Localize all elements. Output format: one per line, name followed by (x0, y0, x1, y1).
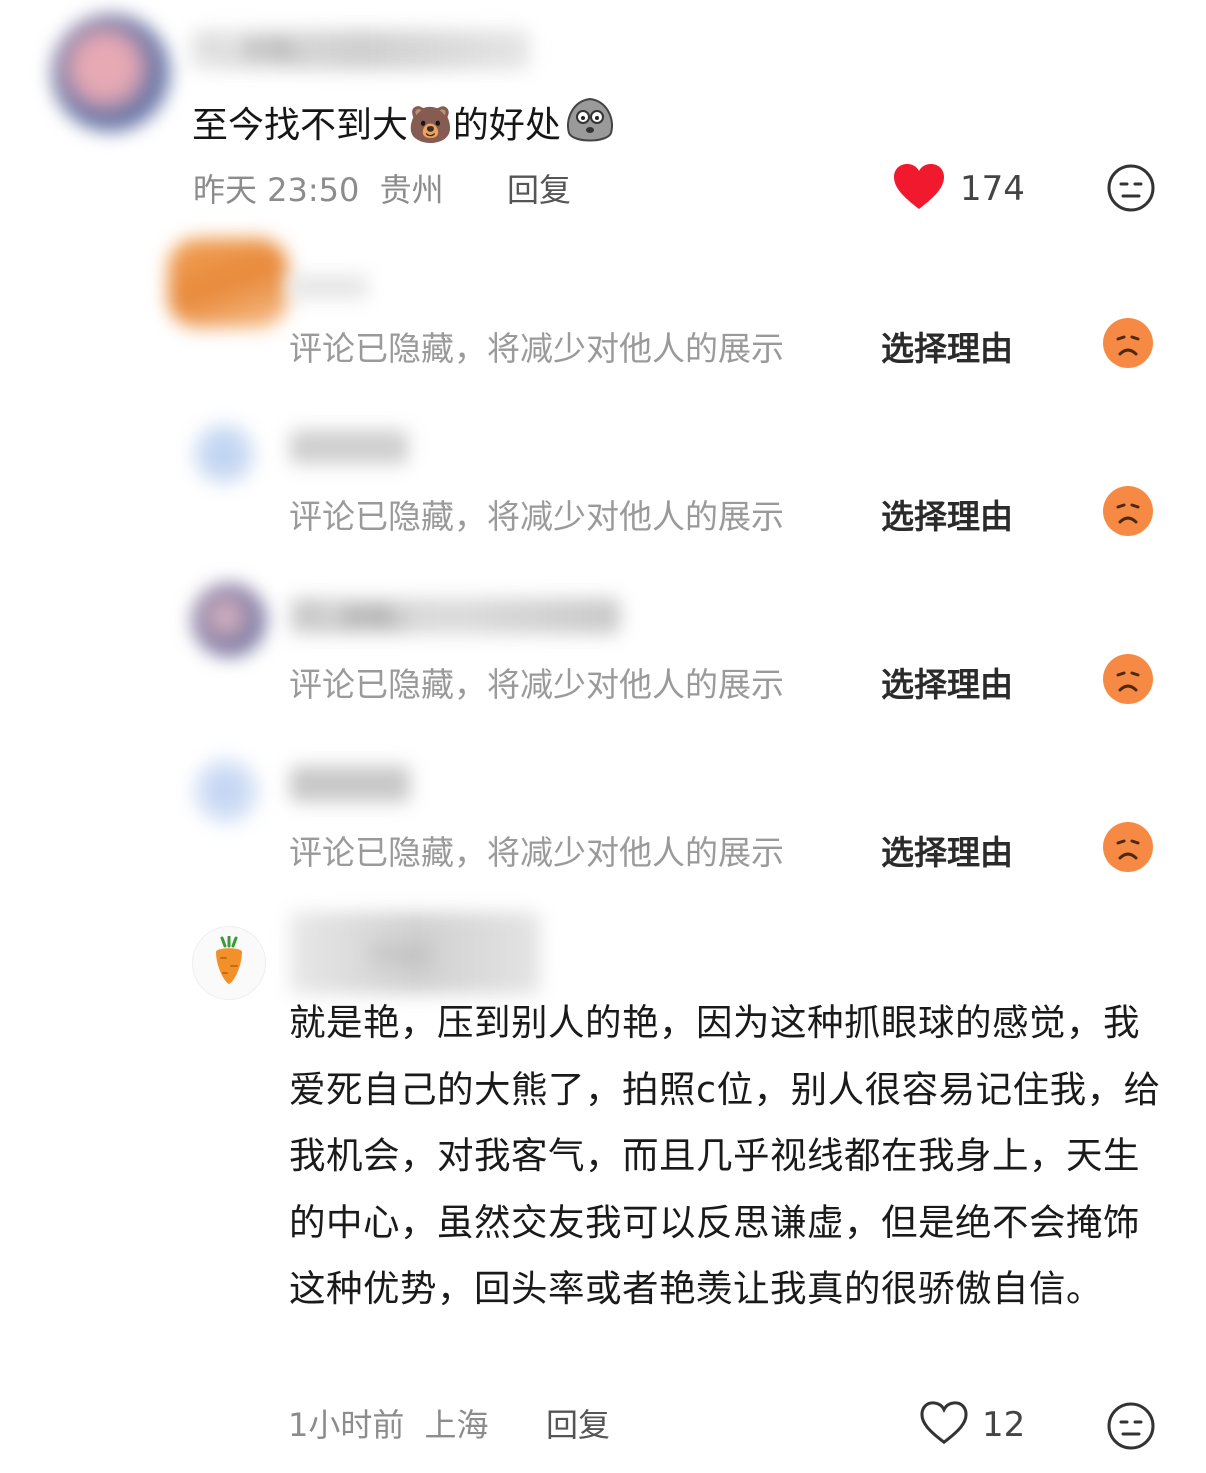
choose-reason-link[interactable]: 选择理由 (881, 658, 1013, 706)
username[interactable]: 『…安勒』 (290, 598, 620, 634)
comment-location: 贵州 (379, 171, 444, 209)
username[interactable] (290, 430, 408, 464)
avatar[interactable] (193, 423, 255, 485)
comment-time: 1小时前 (288, 1406, 405, 1444)
reply-text: 就是艳，压到别人的艳，因为这种抓眼球的感觉，我爱死自己的大熊了，拍照c位，别人很… (289, 1001, 1161, 1310)
heart-outline-icon (918, 1400, 970, 1450)
username[interactable]: mei (290, 912, 540, 994)
carrot-icon (212, 935, 246, 990)
sad-face-icon[interactable] (1103, 822, 1153, 872)
hidden-notice: 评论已隐藏，将减少对他人的展示 (289, 329, 784, 368)
neutral-face-icon[interactable] (1106, 1401, 1156, 1455)
like-button[interactable]: 174 (892, 163, 1025, 215)
like-button[interactable]: 12 (918, 1400, 1025, 1450)
hidden-notice: 评论已隐藏，将减少对他人的展示 (289, 665, 784, 704)
avatar[interactable] (168, 238, 288, 328)
comment-text: 至今找不到大🐻的好处 (192, 93, 617, 156)
choose-reason-link[interactable]: 选择理由 (881, 490, 1013, 538)
choose-reason-link[interactable]: 选择理由 (881, 322, 1013, 370)
comment-meta: 昨天 23:50 贵州 (193, 165, 444, 211)
sad-face-icon[interactable] (1103, 486, 1153, 536)
username[interactable] (288, 275, 368, 299)
like-count: 12 (982, 1405, 1026, 1445)
reply-button[interactable]: 回复 (546, 1400, 610, 1446)
avatar[interactable] (193, 758, 259, 824)
heart-filled-icon (892, 163, 946, 215)
hidden-notice: 评论已隐藏，将减少对他人的展示 (289, 833, 784, 872)
comment-time: 昨天 23:50 (193, 171, 360, 209)
username[interactable]: 『…安勒』 (190, 30, 530, 70)
sad-face-icon[interactable] (1103, 318, 1153, 368)
avatar[interactable] (52, 14, 170, 132)
comment-meta: 1小时前 上海 (288, 1400, 489, 1446)
avatar[interactable] (192, 926, 266, 1000)
like-count: 174 (960, 169, 1025, 209)
reply-button[interactable]: 回复 (507, 165, 571, 211)
choose-reason-link[interactable]: 选择理由 (881, 826, 1013, 874)
neutral-face-icon[interactable] (1106, 163, 1156, 217)
stone-face-icon (563, 93, 617, 156)
username[interactable] (290, 766, 410, 802)
comment-location: 上海 (424, 1406, 489, 1444)
avatar[interactable] (192, 583, 266, 657)
sad-face-icon[interactable] (1103, 654, 1153, 704)
hidden-notice: 评论已隐藏，将减少对他人的展示 (289, 497, 784, 536)
